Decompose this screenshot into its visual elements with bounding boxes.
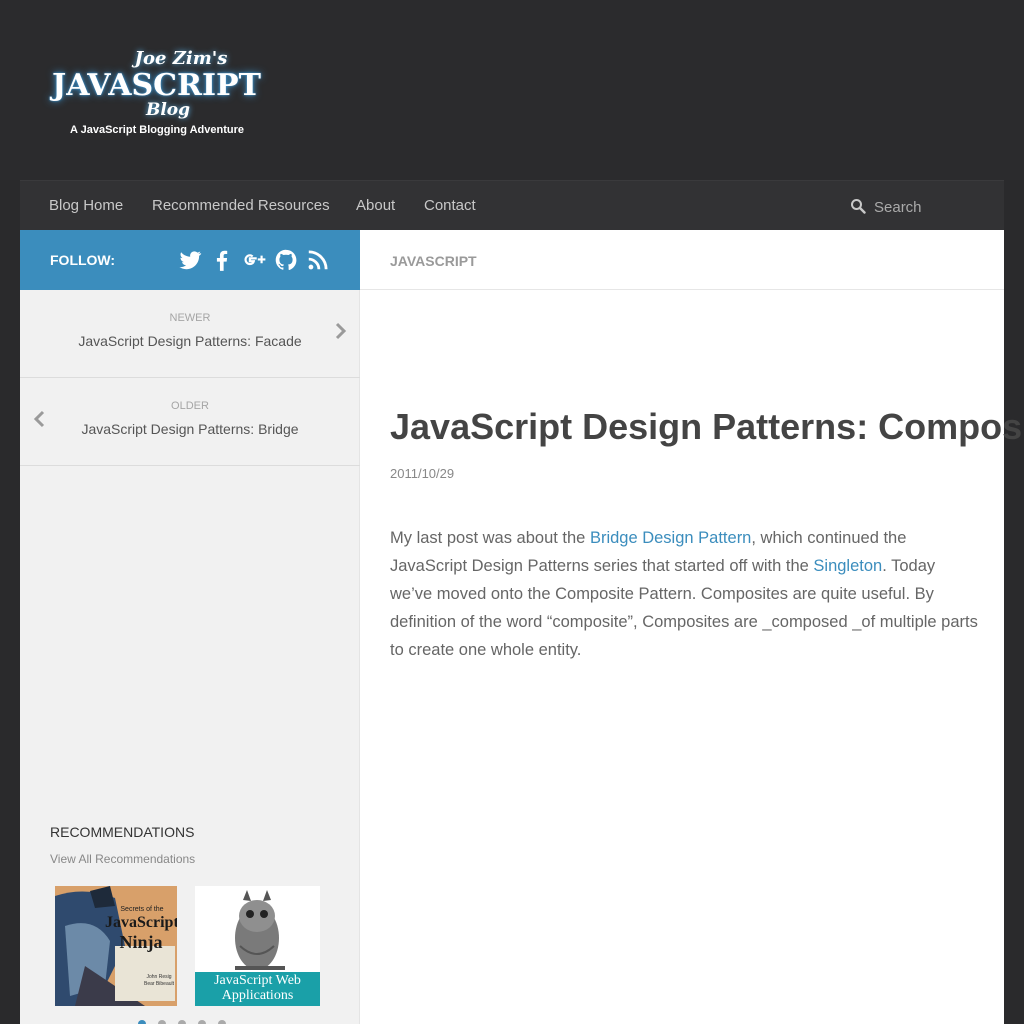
- post-title: JavaScript Design Patterns: Composite: [390, 406, 1024, 447]
- book1-title-line2: JavaScript: [105, 914, 177, 931]
- older-kicker: OLDER: [171, 400, 209, 412]
- singleton-link[interactable]: Singleton: [813, 557, 882, 575]
- search-icon[interactable]: [850, 198, 866, 214]
- main-content: JavaScript Design Patterns: Composite 20…: [360, 290, 1024, 1024]
- bridge-pattern-link[interactable]: Bridge Design Pattern: [590, 529, 751, 547]
- book1-title-line3: Ninja: [119, 932, 163, 952]
- post-body-text1: My last post was about the: [390, 529, 590, 547]
- book2-title-band: JavaScript Web Applications: [195, 972, 320, 1006]
- follow-bar: FOLLOW:: [20, 230, 360, 290]
- nav-item-recommended-resources[interactable]: Recommended Resources: [152, 197, 330, 214]
- logo-line1: Joe Zim's: [134, 48, 228, 69]
- owl-illustration: [235, 890, 285, 970]
- older-post-link[interactable]: OLDER JavaScript Design Patterns: Bridge: [20, 378, 360, 466]
- post-date: 2011/10/29: [390, 466, 455, 481]
- site-header: Joe Zim's JAVASCRIPT Blog A JavaScript B…: [0, 0, 1024, 180]
- chevron-left-icon: [33, 410, 45, 428]
- twitter-icon[interactable]: [177, 247, 203, 273]
- post-body: My last post was about the Bridge Design…: [390, 524, 980, 664]
- book1-authors-line2: Bear Bibeault: [143, 981, 175, 987]
- search-box: [850, 195, 1000, 219]
- nav-item-blog-home[interactable]: Blog Home: [49, 197, 123, 214]
- logo-line2: JAVASCRIPT: [52, 68, 261, 103]
- site-logo[interactable]: Joe Zim's JAVASCRIPT Blog A JavaScript B…: [48, 42, 261, 142]
- rss-icon[interactable]: [305, 247, 331, 273]
- logo-line3: Blog: [145, 100, 191, 120]
- nav-item-contact[interactable]: Contact: [424, 197, 476, 214]
- recommendations-heading: RECOMMENDATIONS: [50, 824, 195, 840]
- google-plus-icon[interactable]: [241, 247, 267, 273]
- view-all-recommendations-link[interactable]: View All Recommendations: [50, 852, 195, 866]
- carousel-dot-1[interactable]: [138, 1020, 146, 1024]
- newer-post-link[interactable]: NEWER JavaScript Design Patterns: Facade: [20, 290, 360, 378]
- book-cover-javascript-web-applications[interactable]: JavaScript Web Applications: [195, 886, 320, 1006]
- nav-item-about[interactable]: About: [356, 197, 395, 214]
- sidebar: NEWER JavaScript Design Patterns: Facade…: [20, 290, 360, 1024]
- facebook-icon[interactable]: [209, 247, 235, 273]
- chevron-right-icon: [335, 322, 347, 340]
- carousel-dot-4[interactable]: [198, 1020, 206, 1024]
- search-input[interactable]: [874, 195, 994, 219]
- category-link[interactable]: JAVASCRIPT: [390, 253, 477, 269]
- carousel-dot-5[interactable]: [218, 1020, 226, 1024]
- book1-title-line1: Secrets of the: [120, 906, 164, 913]
- book2-title-line2: Applications: [221, 988, 294, 1003]
- book2-title-line1: JavaScript Web: [214, 973, 301, 988]
- carousel-dots: [138, 1020, 238, 1024]
- book1-authors-line1: John Resig: [146, 974, 172, 980]
- older-post-title: JavaScript Design Patterns: Bridge: [81, 421, 299, 437]
- carousel-dot-2[interactable]: [158, 1020, 166, 1024]
- newer-kicker: NEWER: [169, 312, 211, 324]
- newer-post-title: JavaScript Design Patterns: Facade: [78, 333, 302, 349]
- main-nav: Blog Home Recommended Resources About Co…: [20, 180, 1004, 230]
- category-bar: JAVASCRIPT: [360, 230, 1004, 290]
- carousel-dot-3[interactable]: [178, 1020, 186, 1024]
- logo-tagline: A JavaScript Blogging Adventure: [70, 124, 244, 136]
- github-icon[interactable]: [273, 247, 299, 273]
- follow-label: FOLLOW:: [50, 252, 116, 268]
- book-cover-javascript-ninja[interactable]: Secrets of the JavaScript Ninja John Res…: [55, 886, 177, 1006]
